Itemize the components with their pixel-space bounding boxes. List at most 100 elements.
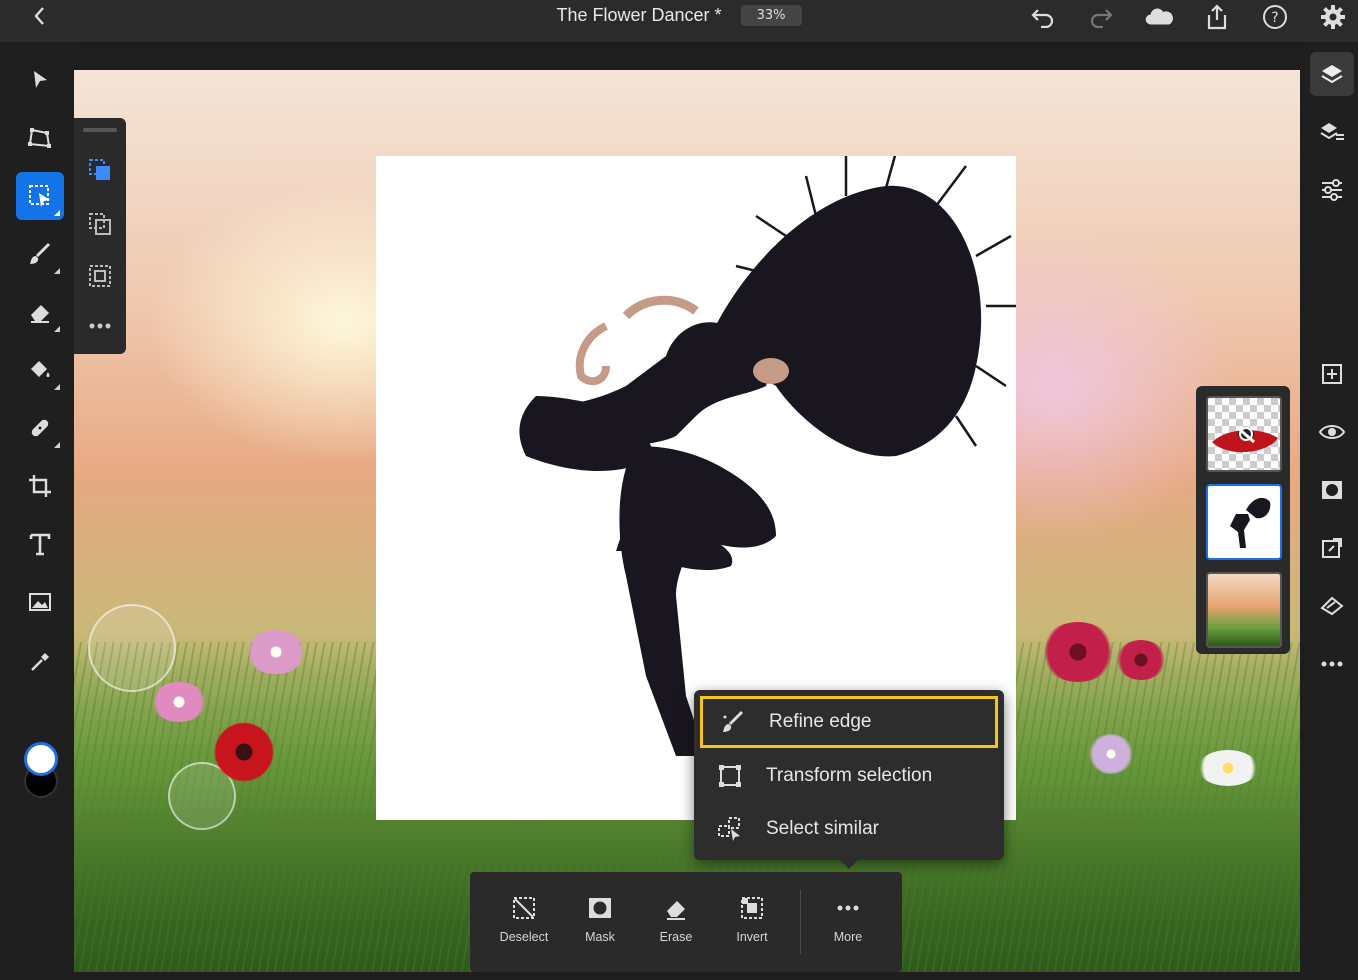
menu-item-label: Transform selection [766,765,933,786]
layer-thumbnail-flower[interactable] [1206,396,1282,472]
crop-tool[interactable] [16,462,64,510]
redo-icon[interactable] [1086,2,1116,32]
add-layer-icon [1322,364,1342,384]
sliders-icon [1322,179,1342,201]
more-dots-icon[interactable] [84,310,116,342]
mask-button[interactable] [1310,468,1354,512]
eraser-layer-icon [1320,596,1344,616]
top-bar: The Flower Dancer * 33% ? [0,0,1358,42]
settings-icon[interactable] [1318,2,1348,32]
brush-tool[interactable] [16,230,64,278]
layer-thumbnail-dancer[interactable] [1206,484,1282,560]
arrange-button[interactable] [1310,526,1354,570]
magenta-flower [1116,640,1166,680]
adjustments-button[interactable] [1310,168,1354,212]
healing-tool[interactable] [16,404,64,452]
red-flower [212,722,276,782]
eyedropper-icon [31,653,49,671]
menu-item-select-similar[interactable]: Select similar [700,803,998,855]
color-swatches[interactable] [22,740,58,802]
more-dots-icon [834,894,862,922]
object-select-icon[interactable] [84,154,116,186]
mask-label: Mask [585,930,615,944]
invert-icon [738,894,766,922]
erase-icon [662,894,690,922]
mask-button[interactable]: Mask [564,894,636,944]
crop-icon [29,475,51,497]
divider [800,890,801,954]
mask-icon [586,894,614,922]
transform-tool[interactable] [16,114,64,162]
transform-selection-icon [716,762,744,790]
invert-button[interactable]: Invert [716,894,788,944]
menu-item-refine-edge[interactable]: Refine edge [700,696,998,748]
svg-text:?: ? [1271,10,1278,26]
magenta-flower [1040,622,1116,682]
help-icon[interactable]: ? [1260,2,1290,32]
cloud-icon[interactable] [1144,2,1174,32]
left-toolbar [0,42,74,980]
erase-button[interactable]: Erase [640,894,712,944]
layers-button[interactable] [1310,52,1354,96]
more-dots-icon [1321,661,1343,667]
refine-edge-brush-icon [719,708,747,736]
menu-item-transform-selection[interactable]: Transform selection [700,750,998,802]
paint-bucket-icon [31,361,50,377]
undo-icon[interactable] [1028,2,1058,32]
eyedropper-tool[interactable] [16,638,64,686]
document-title[interactable]: The Flower Dancer * [556,5,721,25]
select-similar-icon [716,815,744,843]
type-tool[interactable] [16,520,64,568]
deselect-button[interactable]: Deselect [488,894,560,944]
pink-flower [152,682,206,722]
arrange-icon [1322,538,1342,558]
transform-icon [28,128,51,148]
submenu-indicator [54,210,60,216]
layers-panel [1196,386,1290,654]
mask-icon [1322,481,1342,499]
layer-properties-icon [1320,123,1344,140]
lilac-flower [1088,734,1134,774]
bandage-icon [31,419,49,437]
deselect-label: Deselect [499,930,549,944]
eye-icon [1319,425,1345,439]
image-icon [29,593,51,611]
more-button[interactable]: More [812,894,884,944]
clear-layer-button[interactable] [1310,584,1354,628]
deselect-icon [510,894,538,922]
layer-thumbnail-background[interactable] [1206,572,1282,648]
move-tool[interactable] [16,56,64,104]
erase-label: Erase [659,930,693,944]
canvas[interactable] [74,70,1300,972]
selection-action-bar: Deselect Mask Erase Invert More [470,872,902,972]
eraser-tool[interactable] [16,288,64,336]
submenu-indicator [54,326,60,332]
subject-select-icon[interactable] [84,260,116,292]
menu-item-label: Refine edge [769,711,872,732]
visibility-button[interactable] [1310,410,1354,454]
pink-flower [246,630,306,674]
place-image-tool[interactable] [16,578,64,626]
flyout-handle[interactable] [83,128,117,132]
lasso-select-icon[interactable] [84,208,116,240]
layer-properties-button[interactable] [1310,110,1354,154]
select-tool[interactable] [16,172,64,220]
add-layer-button[interactable] [1310,352,1354,396]
share-icon[interactable] [1202,2,1232,32]
submenu-indicator [54,442,60,448]
type-icon [29,533,51,556]
menu-item-label: Select similar [766,818,879,839]
selection-tools-flyout [74,118,126,354]
more-label: More [833,930,863,944]
more-options-button[interactable] [1310,642,1354,686]
white-daisy [1198,750,1258,786]
bokeh-circle [88,604,176,692]
fill-tool[interactable] [16,346,64,394]
top-icons: ? [1028,2,1348,34]
submenu-indicator [54,268,60,274]
brush-icon [30,242,51,264]
layers-icon [1321,65,1343,84]
invert-label: Invert [736,930,768,944]
zoom-level[interactable]: 33% [740,5,802,26]
foreground-color-swatch[interactable] [24,742,58,776]
